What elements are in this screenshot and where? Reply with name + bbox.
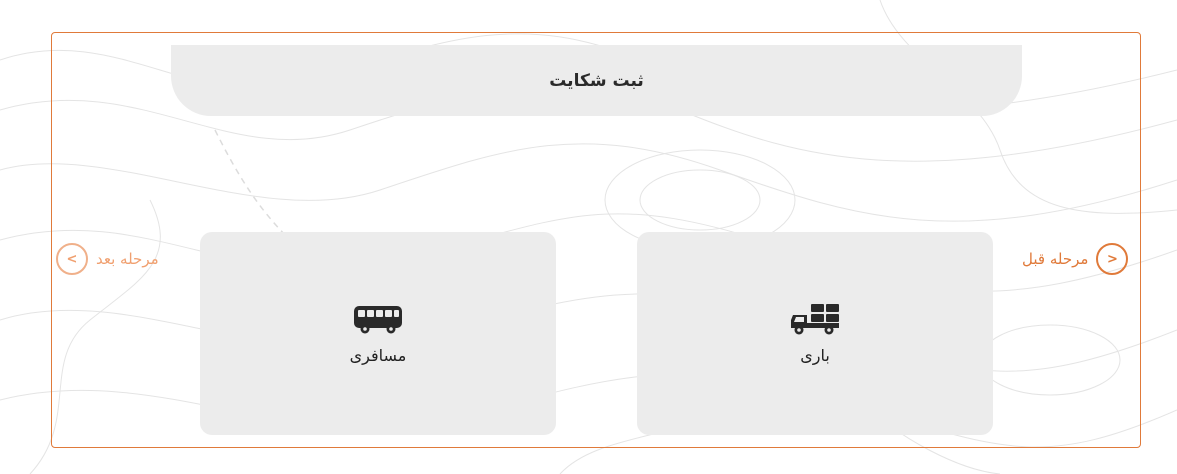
option-label-passenger: مسافری (349, 346, 407, 365)
bus-icon (354, 306, 402, 334)
page-title: ثبت شکایت (549, 70, 644, 91)
previous-step-button[interactable]: < مرحله قبل (1022, 241, 1129, 277)
page: ثبت شکایت < مرحله قبل > مرحله بعد باری م… (0, 0, 1177, 474)
option-card-cargo[interactable]: باری (637, 232, 993, 435)
next-step-label: مرحله بعد (96, 250, 159, 268)
option-label-cargo: باری (800, 346, 830, 365)
previous-arrow-icon: < (1096, 243, 1129, 275)
next-arrow-icon: > (56, 243, 88, 275)
next-step-button[interactable]: > مرحله بعد (56, 241, 159, 277)
header-tab: ثبت شکایت (171, 45, 1022, 116)
truck-icon (791, 304, 839, 335)
option-card-passenger[interactable]: مسافری (200, 232, 556, 435)
previous-step-label: مرحله قبل (1022, 250, 1089, 268)
